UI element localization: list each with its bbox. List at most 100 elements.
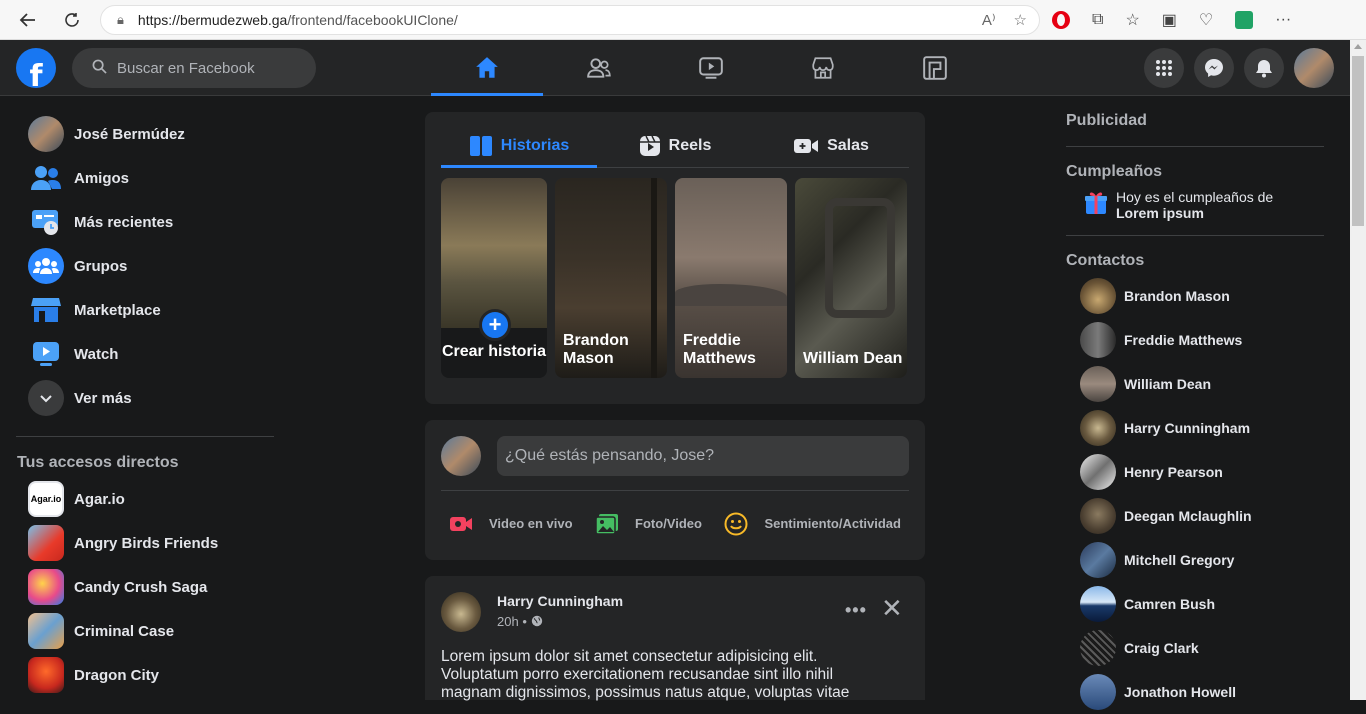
contact-item[interactable]: Brandon Mason — [1066, 274, 1324, 318]
shortcut-dragon-city[interactable]: Dragon City — [16, 653, 276, 697]
story-card[interactable]: Brandon Mason — [555, 178, 667, 378]
contact-name: Freddie Matthews — [1124, 332, 1243, 348]
avatar — [1080, 322, 1116, 358]
fb-header: f Buscar en Facebook — [0, 40, 1350, 96]
plus-icon[interactable]: + — [479, 309, 511, 341]
tab-home[interactable] — [431, 40, 543, 96]
contact-item[interactable]: Freddie Matthews — [1066, 318, 1324, 362]
tab-stories[interactable]: Historias — [441, 124, 597, 168]
shortcut-label: Candy Crush Saga — [74, 578, 208, 596]
sidebar-item-marketplace[interactable]: Marketplace — [16, 288, 276, 332]
url-path: /frontend/facebookUIClone/ — [287, 12, 458, 28]
shortcut-label: Agar.io — [74, 490, 125, 508]
contact-name: Camren Bush — [1124, 596, 1216, 612]
action-label: Sentimiento/Actividad — [764, 516, 901, 531]
divider — [1066, 235, 1324, 236]
feeling-activity-button[interactable]: Sentimiento/Actividad — [724, 512, 901, 536]
live-video-button[interactable]: Video en vivo — [449, 514, 573, 534]
back-icon[interactable] — [8, 0, 48, 40]
contacts-title: Contactos — [1066, 252, 1145, 269]
sidebar-item-groups[interactable]: Grupos — [16, 244, 276, 288]
shortcut-angry-birds[interactable]: Angry Birds Friends — [16, 521, 276, 565]
shortcut-agar[interactable]: Agar.io Agar.io — [16, 477, 276, 521]
sidebar-item-recent[interactable]: Más recientes — [16, 200, 276, 244]
tab-label: Reels — [668, 136, 712, 154]
browser-toolbar: 🔒︎ https://bermudezweb.ga /frontend/face… — [0, 0, 1366, 40]
avatar — [28, 116, 64, 152]
tab-gaming[interactable] — [879, 40, 991, 96]
create-story-card[interactable]: + Crear historia — [441, 178, 547, 378]
address-bar[interactable]: 🔒︎ https://bermudezweb.ga /frontend/face… — [100, 5, 1040, 35]
post-author[interactable]: Harry Cunningham — [497, 593, 623, 609]
notifications-button[interactable] — [1244, 48, 1284, 88]
more-menu-icon[interactable]: ··· — [1275, 11, 1291, 29]
tab-reels[interactable]: Reels — [597, 124, 753, 167]
messenger-button[interactable] — [1194, 48, 1234, 88]
tab-label: Salas — [827, 136, 869, 154]
tab-marketplace[interactable] — [767, 40, 879, 96]
recent-icon — [28, 204, 64, 240]
action-label: Video en vivo — [489, 516, 573, 531]
read-aloud-icon[interactable]: A⁾ — [982, 11, 996, 29]
agar-icon-text: Agar.io — [30, 494, 62, 504]
birthday-item[interactable]: Hoy es el cumpleaños de Lorem ipsum — [1066, 189, 1324, 221]
shortcut-criminal-case[interactable]: Criminal Case — [16, 609, 276, 653]
criminal-case-app-icon — [28, 613, 64, 649]
favorites-icon[interactable]: ☆ — [1125, 10, 1139, 30]
search-input[interactable]: Buscar en Facebook — [72, 48, 316, 88]
health-icon[interactable]: ♡ — [1199, 10, 1213, 30]
photo-video-button[interactable]: Foto/Video — [595, 513, 702, 535]
contact-item[interactable]: Mitchell Gregory — [1066, 538, 1324, 582]
story-card[interactable]: William Dean — [795, 178, 907, 378]
favorite-add-icon[interactable]: ☆ — [1014, 11, 1027, 29]
reload-icon[interactable] — [52, 0, 92, 40]
contact-item[interactable]: Deegan Mclaughlin — [1066, 494, 1324, 538]
scrollbar-thumb[interactable] — [1352, 56, 1364, 226]
shortcut-label: Dragon City — [74, 666, 160, 684]
birthday-text: Hoy es el cumpleaños de — [1116, 189, 1274, 205]
close-icon[interactable]: ✕ — [881, 595, 903, 621]
sidebar-item-see-more[interactable]: Ver más — [16, 376, 276, 420]
contacts-list: Brandon Mason Freddie Matthews William Dea… — [1066, 274, 1324, 714]
watch-icon — [28, 336, 64, 372]
contact-name: Jonathon Howell — [1124, 684, 1236, 700]
avatar[interactable] — [441, 592, 481, 632]
post-composer-input[interactable]: ¿Qué estás pensando, Jose? — [497, 436, 909, 476]
contact-item[interactable]: Jonathon Howell — [1066, 670, 1324, 714]
agar-app-icon: Agar.io — [28, 481, 64, 517]
contact-item[interactable]: Henry Pearson — [1066, 450, 1324, 494]
extensions-icon[interactable]: ⧉ — [1092, 11, 1103, 29]
facebook-logo[interactable]: f — [16, 48, 56, 88]
tab-rooms[interactable]: Salas — [753, 124, 909, 167]
contact-item[interactable]: Camren Bush — [1066, 582, 1324, 626]
collections-icon[interactable]: ▣ — [1162, 10, 1177, 30]
post-text: Lorem ipsum dolor sit amet consectetur a… — [441, 648, 850, 701]
gift-icon — [1085, 192, 1107, 214]
tab-friends[interactable] — [543, 40, 655, 96]
meta-separator: • — [522, 614, 527, 629]
shortcut-candy-crush[interactable]: Candy Crush Saga — [16, 565, 276, 609]
calculator-icon[interactable] — [1235, 11, 1254, 29]
photo-icon — [595, 513, 619, 535]
contact-name: Craig Clark — [1124, 640, 1199, 656]
contact-item[interactable]: William Dean — [1066, 362, 1324, 406]
post-time[interactable]: 20h — [497, 614, 519, 629]
sidebar-item-watch[interactable]: Watch — [16, 332, 276, 376]
menu-grid-button[interactable] — [1144, 48, 1184, 88]
tab-watch[interactable] — [655, 40, 767, 96]
avatar[interactable] — [441, 436, 481, 476]
sidebar-item-friends[interactable]: Amigos — [16, 156, 276, 200]
contact-item[interactable]: Craig Clark — [1066, 626, 1324, 670]
avatar — [1080, 630, 1116, 666]
scroll-up-icon[interactable] — [1354, 44, 1362, 49]
sidebar-item-profile[interactable]: José Bermúdez — [16, 112, 276, 156]
tab-label: Historias — [500, 136, 570, 154]
story-card[interactable]: Freddie Matthews — [675, 178, 787, 378]
left-sidebar: José Bermúdez Amigos Más recientes Grupo… — [16, 112, 276, 697]
more-options-icon[interactable]: ••• — [845, 600, 867, 621]
contact-item[interactable]: Harry Cunningham — [1066, 406, 1324, 450]
profile-avatar[interactable] — [1294, 48, 1334, 88]
opera-extension-icon[interactable] — [1052, 11, 1070, 29]
gaming-icon — [923, 56, 947, 80]
page-scrollbar[interactable] — [1350, 40, 1366, 700]
